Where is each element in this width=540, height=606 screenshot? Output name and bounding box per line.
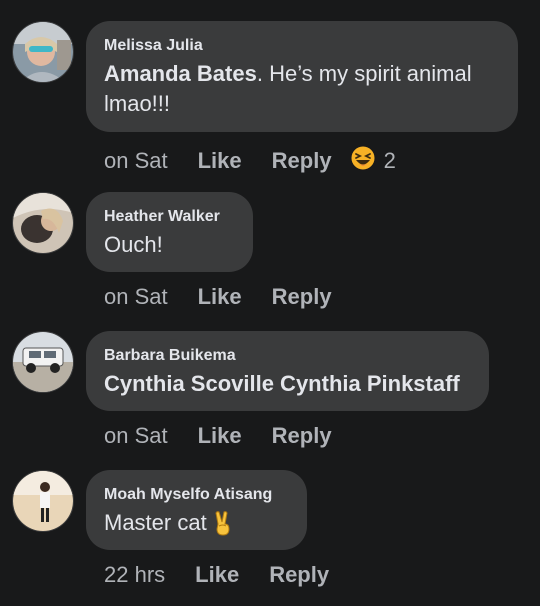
- comment-timestamp[interactable]: on Sat: [104, 148, 168, 174]
- victory-hand-icon: [213, 510, 233, 536]
- avatar[interactable]: [12, 21, 74, 83]
- comment-text-segment: . He’s my spirit animal: [256, 61, 472, 86]
- comment-text-segment: lmao!!!: [104, 91, 171, 116]
- laughing-emoji-icon: [350, 145, 376, 177]
- comment-bubble: Melissa Julia Amanda Bates. He’s my spir…: [86, 21, 518, 132]
- like-button[interactable]: Like: [198, 284, 242, 310]
- comment-text: Amanda Bates. He’s my spirit animal lmao…: [104, 59, 498, 119]
- comment-text-segment: Master cat: [104, 510, 207, 535]
- comment-bubble: Barbara Buikema Cynthia Scoville Cynthia…: [86, 331, 489, 411]
- reply-button[interactable]: Reply: [272, 423, 332, 449]
- comment-actions: on Sat Like Reply: [104, 423, 362, 449]
- comment-bubble: Heather Walker Ouch!: [86, 192, 253, 272]
- reply-button[interactable]: Reply: [269, 562, 329, 588]
- mention-link[interactable]: Amanda Bates: [104, 61, 257, 86]
- comment-timestamp[interactable]: on Sat: [104, 284, 168, 310]
- comment-author[interactable]: Heather Walker: [104, 208, 233, 226]
- like-button[interactable]: Like: [195, 562, 239, 588]
- avatar[interactable]: [12, 331, 74, 393]
- comment-text: Master cat: [104, 508, 287, 538]
- comment-timestamp[interactable]: 22 hrs: [104, 562, 165, 588]
- like-button[interactable]: Like: [198, 148, 242, 174]
- comment-actions: on Sat Like Reply: [104, 284, 362, 310]
- comment-text: Ouch!: [104, 232, 163, 257]
- reaction-count: 2: [383, 148, 396, 173]
- reaction-summary[interactable]: 2: [350, 145, 396, 177]
- comment-bubble: Moah Myselfo Atisang Master cat: [86, 470, 307, 550]
- mention-link[interactable]: Cynthia Scoville Cynthia Pinkstaff: [104, 369, 469, 399]
- comment-actions: on Sat Like Reply 2: [104, 145, 396, 177]
- reply-button[interactable]: Reply: [272, 148, 332, 174]
- reply-button[interactable]: Reply: [272, 284, 332, 310]
- comment-author[interactable]: Barbara Buikema: [104, 347, 469, 365]
- avatar[interactable]: [12, 192, 74, 254]
- comment-actions: 22 hrs Like Reply: [104, 562, 359, 588]
- comment-author[interactable]: Melissa Julia: [104, 37, 498, 55]
- comment-author[interactable]: Moah Myselfo Atisang: [104, 486, 287, 504]
- like-button[interactable]: Like: [198, 423, 242, 449]
- avatar[interactable]: [12, 470, 74, 532]
- comment-timestamp[interactable]: on Sat: [104, 423, 168, 449]
